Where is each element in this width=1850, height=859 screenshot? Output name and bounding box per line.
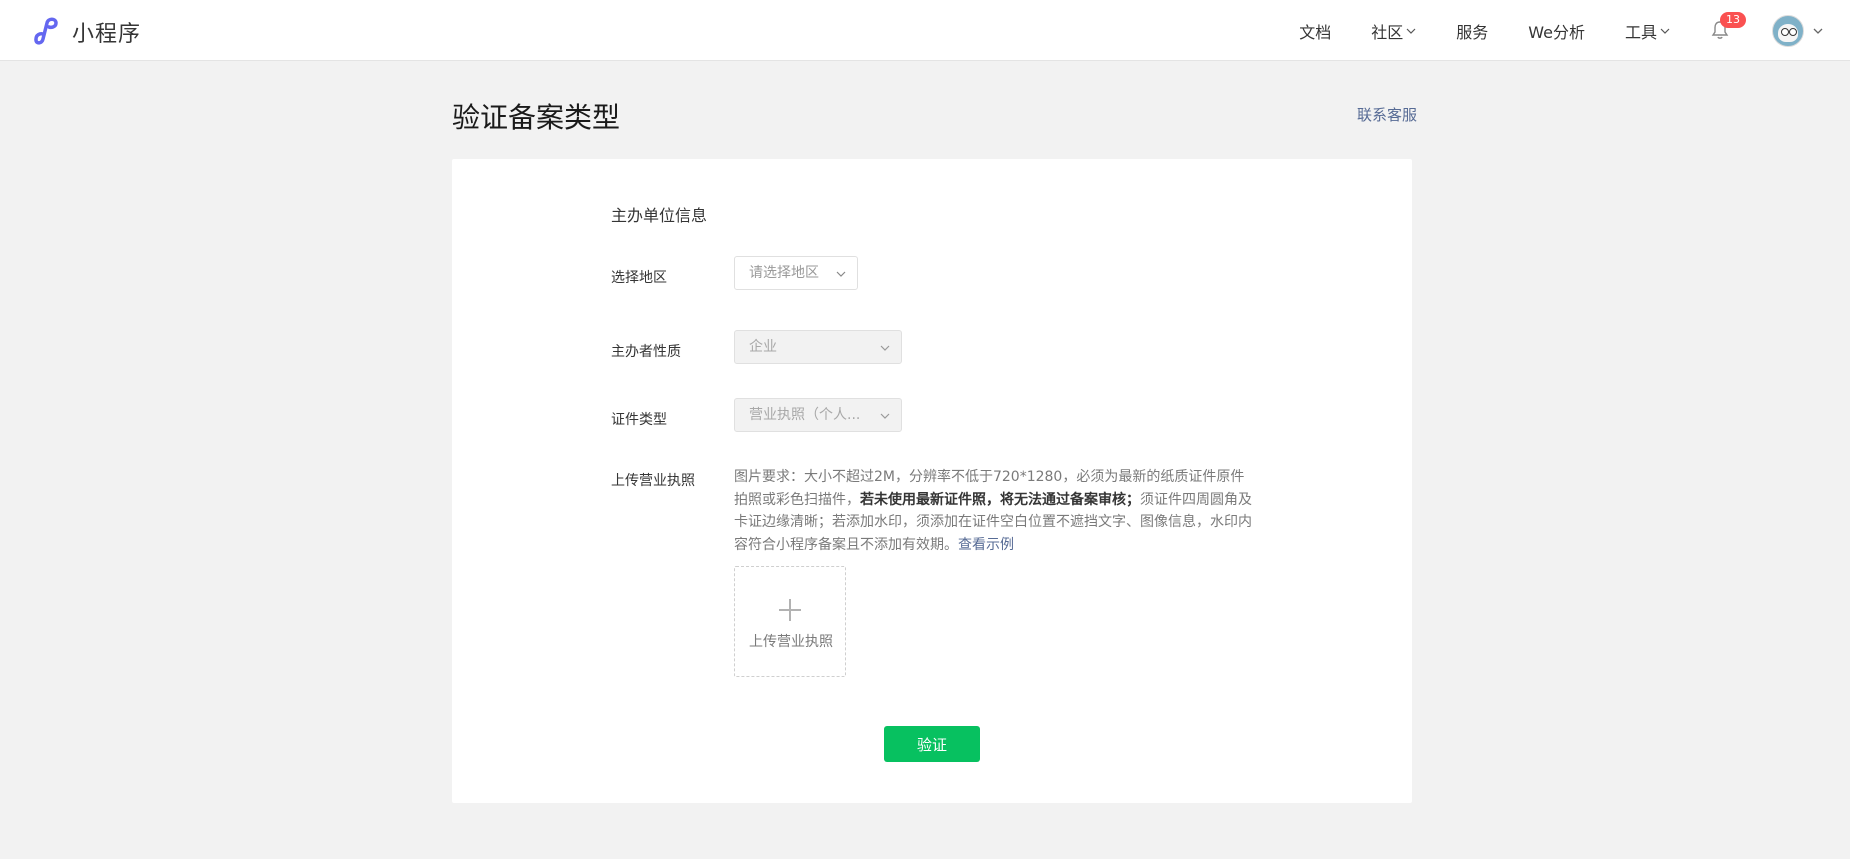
nav-item-tools[interactable]: 工具 [1625, 19, 1670, 43]
nav-item-label: 社区 [1371, 22, 1404, 42]
region-label: 选择地区 [611, 270, 667, 286]
chevron-down-icon [836, 271, 846, 277]
upload-requirements-warning: 若未使用最新证件照，将无法通过备案审核； [860, 491, 1140, 508]
nav-item-we-analytics[interactable]: We分析 [1528, 19, 1585, 43]
nav-item-community[interactable]: 社区 [1371, 19, 1416, 43]
notification-count-badge: 13 [1720, 11, 1746, 28]
notifications-button[interactable]: 13 [1710, 11, 1746, 42]
page-title: 验证备案类型 [452, 101, 621, 134]
contact-support-link[interactable]: 联系客服 [1357, 104, 1417, 125]
nav-item-label: We分析 [1528, 22, 1585, 42]
form-card: 主办单位信息 选择地区 请选择地区 主办者性质 企业 证件类型 营业执照（个人.… [452, 159, 1412, 803]
brand-logo[interactable]: 小程序 [30, 14, 141, 50]
organizer-type-label: 主办者性质 [611, 344, 681, 360]
nav-item-services[interactable]: 服务 [1456, 19, 1488, 43]
nav-item-label: 服务 [1456, 22, 1489, 42]
mini-program-logo-icon [30, 14, 64, 50]
chevron-down-icon [880, 345, 890, 351]
chevron-down-icon [1406, 28, 1416, 34]
region-select[interactable]: 请选择地区 [734, 256, 858, 290]
organizer-type-value: 企业 [749, 339, 777, 355]
certificate-type-value: 营业执照（个人... [749, 407, 861, 423]
nav-item-label: 文档 [1299, 22, 1332, 42]
user-menu[interactable] [1772, 14, 1824, 47]
chevron-down-icon [880, 413, 890, 419]
brand-name: 小程序 [72, 22, 142, 47]
avatar [1772, 14, 1804, 47]
top-navbar: 小程序 文档 社区 服务 We分析 工具 13 [0, 0, 1850, 61]
chevron-down-icon [1813, 28, 1823, 34]
organizer-type-select[interactable]: 企业 [734, 330, 902, 364]
chevron-down-icon [1660, 28, 1670, 34]
upload-license-button[interactable]: 上传营业执照 [734, 566, 846, 677]
upload-license-label: 上传营业执照 [611, 473, 695, 489]
view-example-link[interactable]: 查看示例 [958, 537, 1014, 553]
section-title: 主办单位信息 [611, 206, 708, 225]
nav-item-label: 工具 [1624, 22, 1657, 42]
region-select-placeholder: 请选择地区 [749, 265, 819, 281]
upload-requirements-text: 图片要求：大小不超过2M，分辨率不低于720*1280，必须为最新的纸质证件原件… [734, 466, 1254, 556]
top-nav: 文档 社区 服务 We分析 工具 13 [1299, 0, 1850, 61]
verify-button[interactable]: 验证 [884, 726, 980, 762]
nav-item-docs[interactable]: 文档 [1299, 19, 1331, 43]
upload-button-label: 上传营业执照 [749, 634, 833, 650]
certificate-type-label: 证件类型 [611, 412, 667, 428]
certificate-type-select[interactable]: 营业执照（个人... [734, 398, 902, 432]
plus-icon [779, 599, 801, 621]
